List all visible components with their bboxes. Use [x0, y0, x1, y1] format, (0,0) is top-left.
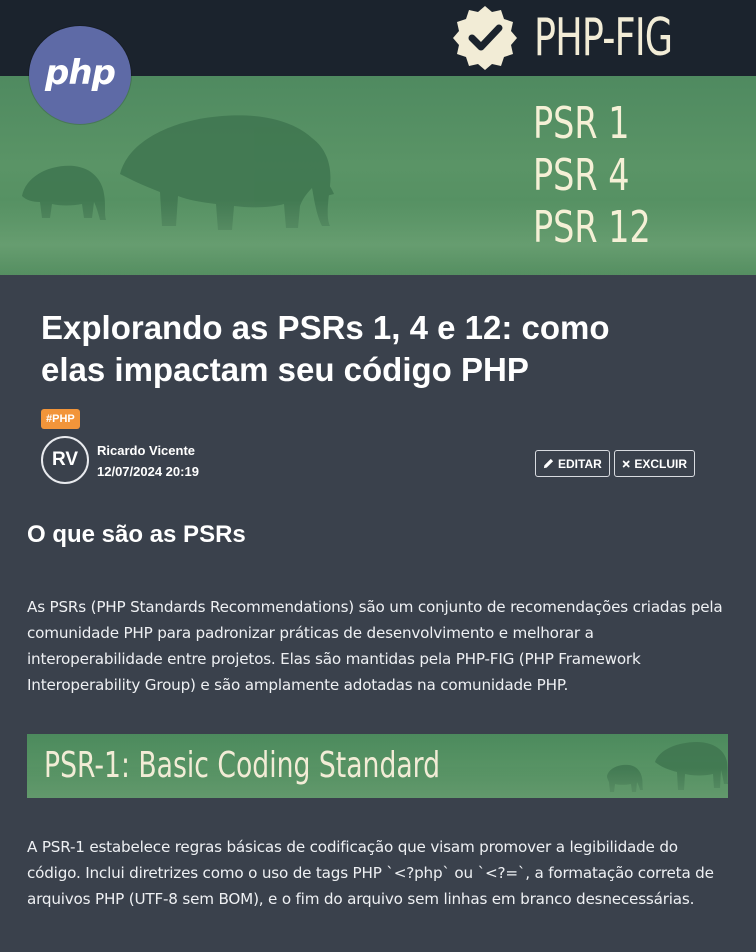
psr-list: PSR 1 PSR 4 PSR 12: [533, 98, 688, 254]
delete-button-label: EXCLUIR: [634, 456, 687, 471]
hero-banner: php PHP-FIG PSR 1 PSR 4 PSR 12: [0, 0, 756, 275]
edit-button[interactable]: EDITAR: [535, 450, 610, 477]
close-icon: [622, 460, 630, 467]
psr-line: PSR 4: [533, 150, 630, 201]
php-logo-text: php: [45, 53, 116, 93]
author-name[interactable]: Ricardo Vicente: [97, 443, 195, 458]
section-heading-psrs: O que são as PSRs: [27, 521, 246, 548]
post-date: 12/07/2024 20:19: [97, 464, 199, 479]
edit-button-label: EDITAR: [558, 456, 602, 471]
psr1-banner-title: PSR-1: Basic Coding Standard: [44, 745, 441, 786]
paragraph-intro: As PSRs (PHP Standards Recommendations) …: [27, 598, 723, 694]
psr1-section-banner: PSR-1: Basic Coding Standard: [27, 734, 728, 798]
check-badge-icon: [453, 6, 517, 70]
delete-button[interactable]: EXCLUIR: [614, 450, 695, 477]
paragraph-psr1: A PSR-1 estabelece regras básicas de cod…: [27, 838, 714, 908]
pencil-icon: [543, 458, 554, 469]
psr-line: PSR 1: [533, 98, 630, 149]
avatar[interactable]: RV: [41, 436, 89, 484]
php-fig-brand: PHP-FIG: [534, 8, 673, 68]
tag-php[interactable]: #PHP: [41, 409, 80, 429]
psr-line: PSR 12: [533, 202, 651, 253]
post-title: Explorando as PSRs 1, 4 e 12: como elas …: [41, 309, 610, 388]
php-logo: php: [29, 26, 131, 124]
